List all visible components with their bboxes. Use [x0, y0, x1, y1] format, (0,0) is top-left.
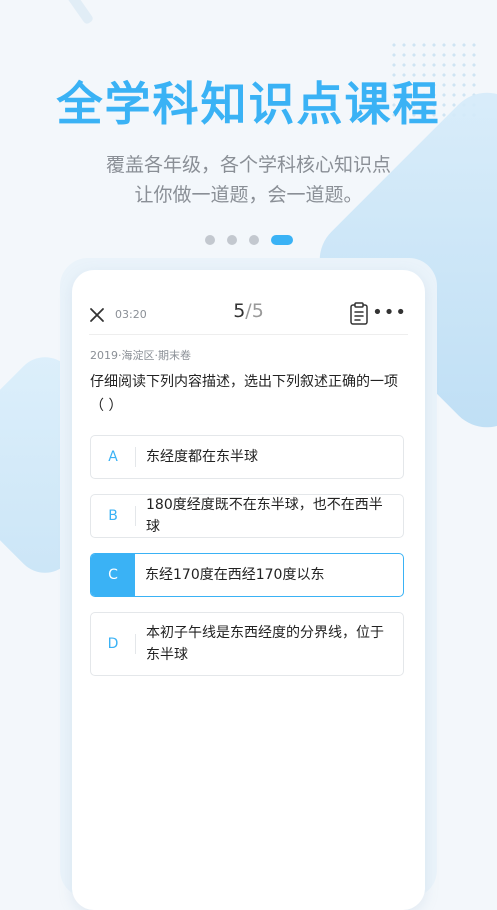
page-dot [226, 235, 237, 245]
hero-title: 全学科知识点课程 [56, 77, 441, 131]
hero-subtitle: 覆盖各年级，各个学科核心知识点 让你做一道题，会一道题。 [0, 150, 497, 210]
hero-subtitle-line: 让你做一道题，会一道题。 [134, 184, 363, 206]
progress-total: 5 [251, 300, 264, 322]
note-icon[interactable] [349, 302, 369, 326]
divider [89, 334, 408, 335]
progress-current: 5 [233, 300, 246, 322]
more-icon[interactable]: ••• [372, 304, 407, 322]
timer: 03:20 [115, 308, 147, 321]
option-a[interactable]: A 东经度都在东半球 [90, 435, 404, 479]
page-indicator [0, 235, 497, 245]
option-text: 东经170度在西经170度以东 [145, 567, 325, 583]
option-b[interactable]: B 180度经度既不在东半球，也不在西半球 [90, 494, 404, 538]
page-dot [204, 235, 215, 245]
quiz-toolbar: 5/5 03:20 ••• [72, 300, 425, 332]
option-text: 本初子午线是东西经度的分界线，位于东半球 [146, 625, 384, 663]
question-source: 2019·海淀区·期末卷 [90, 349, 191, 362]
option-letter: B [108, 508, 118, 524]
hero-subtitle-line: 覆盖各年级，各个学科核心知识点 [105, 154, 391, 176]
option-c[interactable]: C 东经170度在西经170度以东 [90, 553, 404, 597]
page-dot-active [270, 235, 293, 245]
option-text: 180度经度既不在东半球，也不在西半球 [146, 497, 383, 535]
option-letter: D [107, 636, 119, 652]
option-text: 东经度都在东半球 [146, 449, 258, 465]
quiz-card: 5/5 03:20 ••• 2019·海淀区·期末卷 仔细阅读下列内容描述，选出… [72, 270, 425, 910]
option-letter: A [108, 449, 118, 465]
option-d[interactable]: D 本初子午线是东西经度的分界线，位于东半球 [90, 612, 404, 676]
close-icon[interactable] [86, 304, 108, 326]
option-letter: C [91, 554, 135, 596]
background-decoration [5, 0, 95, 26]
page-dot [248, 235, 259, 245]
question-text: 仔细阅读下列内容描述，选出下列叙述正确的一项（ ） [90, 374, 398, 414]
